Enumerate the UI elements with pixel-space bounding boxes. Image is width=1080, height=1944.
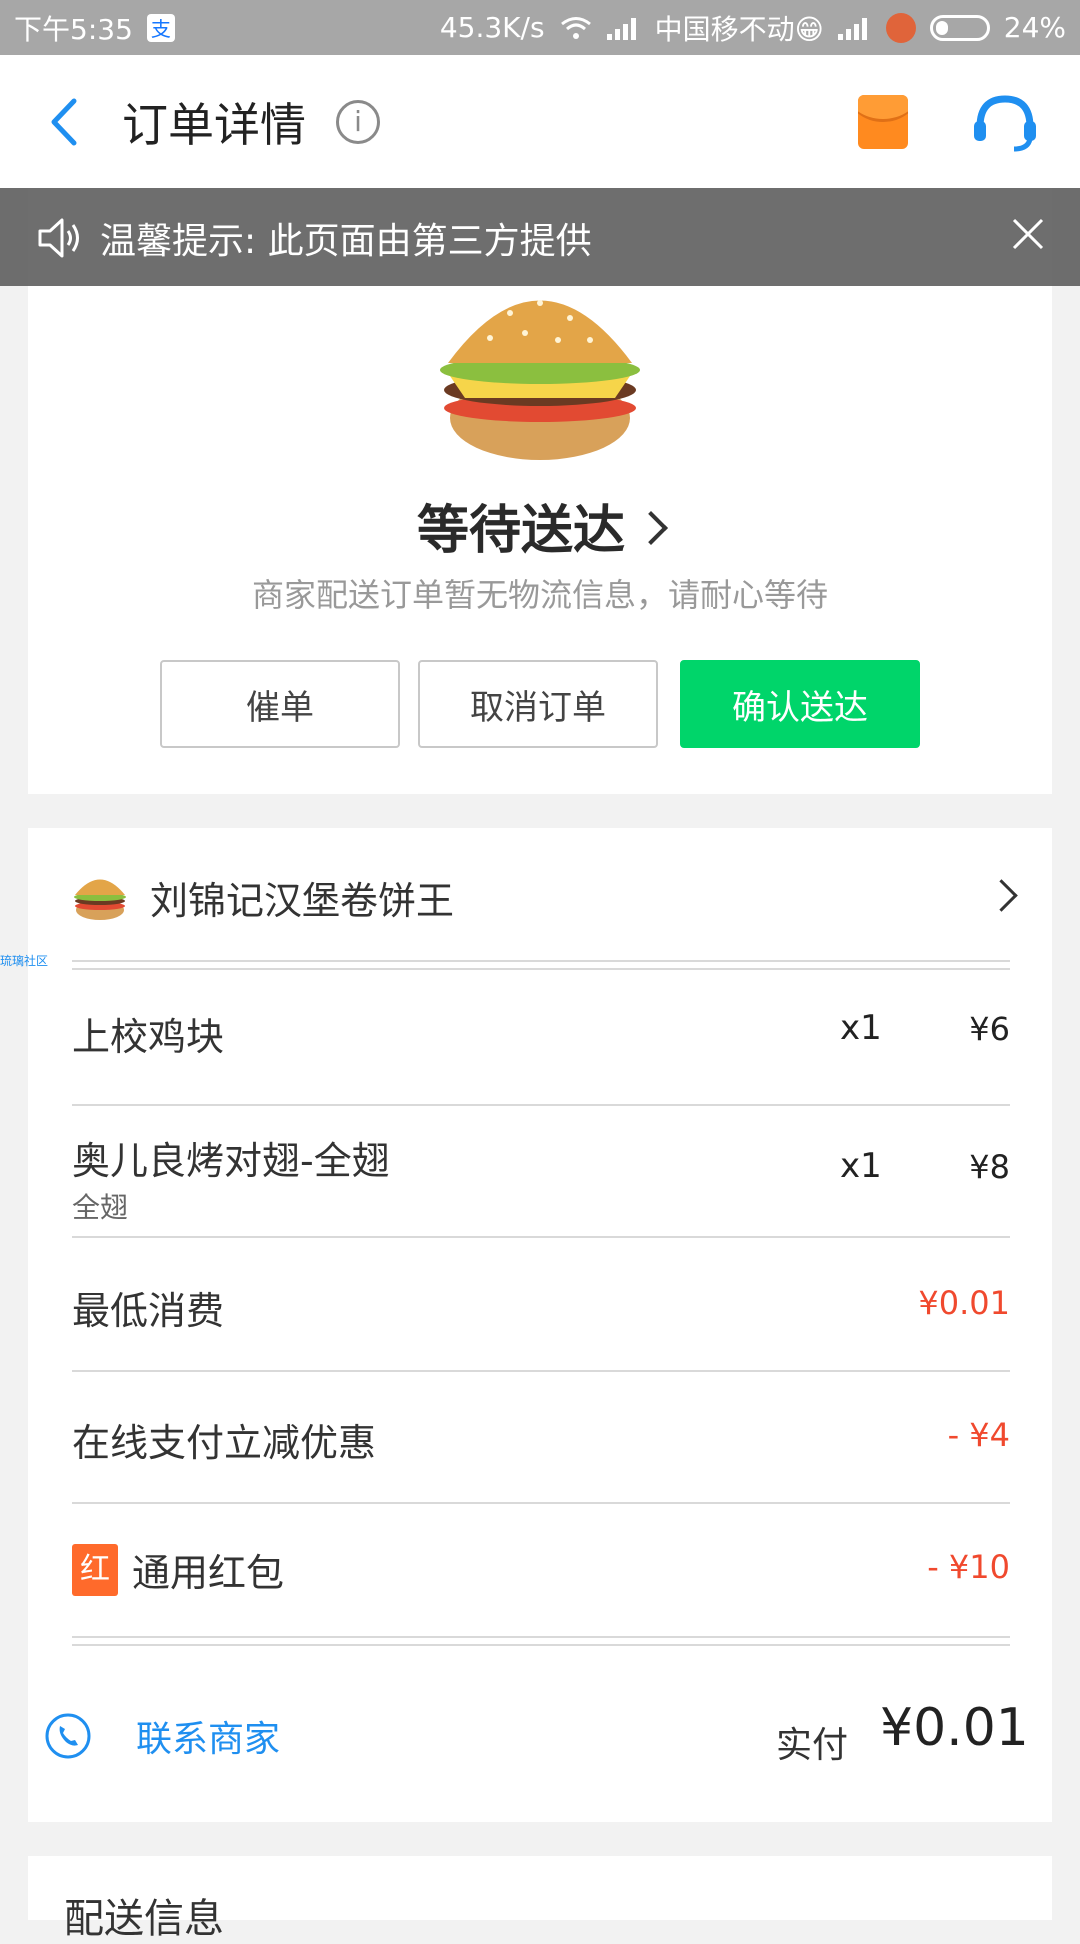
cancel-order-button[interactable]: 取消订单	[418, 660, 658, 748]
signal-icon	[606, 16, 641, 40]
speaker-icon	[38, 218, 79, 258]
page-title: 订单详情	[122, 98, 306, 152]
chevron-right-icon	[634, 511, 668, 545]
divider	[72, 1636, 1010, 1646]
item-qty: x1	[840, 1146, 882, 1186]
fee-value: ¥0.01	[918, 1284, 1010, 1322]
paid-amount: ¥0.01	[880, 1698, 1029, 1758]
close-icon[interactable]	[1010, 216, 1046, 252]
order-detail-card: 刘锦记汉堡卷饼王 上校鸡块 x1 ¥6 奥儿良烤对翅-全翅 全翅 x1 ¥8 最…	[28, 828, 1052, 1822]
red-packet-value: - ¥10	[927, 1548, 1010, 1586]
item-qty: x1	[840, 1008, 882, 1048]
paid-label: 实付	[776, 1725, 849, 1766]
divider	[72, 960, 1010, 970]
item-name: 上校鸡块	[72, 1015, 225, 1059]
item-spec: 全翅	[72, 1191, 129, 1224]
chevron-right-icon	[985, 879, 1018, 912]
delivery-info-title: 配送信息	[64, 1896, 224, 1942]
info-icon[interactable]: i	[336, 100, 380, 144]
shop-logo	[74, 879, 126, 920]
fee-row-online-discount: 在线支付立减优惠 - ¥4	[72, 1372, 1010, 1502]
devil-icon	[885, 12, 916, 43]
delivery-info-card: 配送信息	[28, 1856, 1052, 1942]
shop-name: 刘锦记汉堡卷饼王	[150, 879, 455, 923]
status-time: 下午5:35	[14, 12, 133, 46]
red-packet-label: 通用红包	[132, 1551, 285, 1595]
customer-service-icon[interactable]	[970, 93, 1040, 153]
alipay-icon: 支	[146, 13, 175, 42]
status-bar: 下午5:35 支 45.3K/s 中国移不动😁 24%	[0, 0, 1080, 55]
order-status-title[interactable]: 等待送达	[28, 488, 1052, 563]
fee-row-red-packet: 红 通用红包 - ¥10	[72, 1504, 1010, 1634]
item-price: ¥8	[969, 1148, 1010, 1186]
urge-order-button[interactable]: 催单	[160, 660, 400, 748]
red-packet-icon[interactable]	[858, 95, 908, 149]
order-item: 奥儿良烤对翅-全翅 全翅 x1 ¥8	[72, 1106, 1010, 1236]
contact-merchant-link[interactable]: 联系商家	[136, 1710, 280, 1762]
notice-banner: 温馨提示: 此页面由第三方提供	[0, 188, 1080, 286]
order-item: 上校鸡块 x1 ¥6	[72, 968, 1010, 1100]
item-price: ¥6	[969, 1010, 1010, 1048]
discount-label: 在线支付立减优惠	[72, 1421, 377, 1465]
phone-icon[interactable]	[44, 1712, 92, 1760]
confirm-delivery-button[interactable]: 确认送达	[680, 660, 920, 748]
fee-row-minimum: 最低消费 ¥0.01	[72, 1238, 1010, 1370]
back-arrow-icon[interactable]	[44, 97, 84, 147]
red-packet-badge: 红	[72, 1544, 118, 1596]
battery-icon	[929, 14, 990, 41]
battery-percent: 24%	[1003, 11, 1066, 44]
carrier-name: 中国移不动😁	[654, 12, 824, 46]
order-status-subtitle: 商家配送订单暂无物流信息，请耐心等待	[251, 576, 828, 614]
fee-label: 最低消费	[72, 1289, 225, 1333]
shop-row[interactable]: 刘锦记汉堡卷饼王	[28, 828, 1052, 960]
wifi-icon	[560, 16, 591, 39]
signal-icon-2	[837, 16, 872, 40]
watermark: 琉璃社区	[0, 954, 49, 968]
burger-image	[440, 300, 640, 460]
notice-text: 温馨提示: 此页面由第三方提供	[100, 221, 592, 262]
discount-value: - ¥4	[947, 1416, 1010, 1454]
order-status-text: 等待送达	[416, 501, 625, 561]
item-name: 奥儿良烤对翅-全翅	[72, 1139, 390, 1183]
net-speed: 45.3K/s	[439, 11, 545, 44]
header: 订单详情 i	[0, 55, 1080, 188]
